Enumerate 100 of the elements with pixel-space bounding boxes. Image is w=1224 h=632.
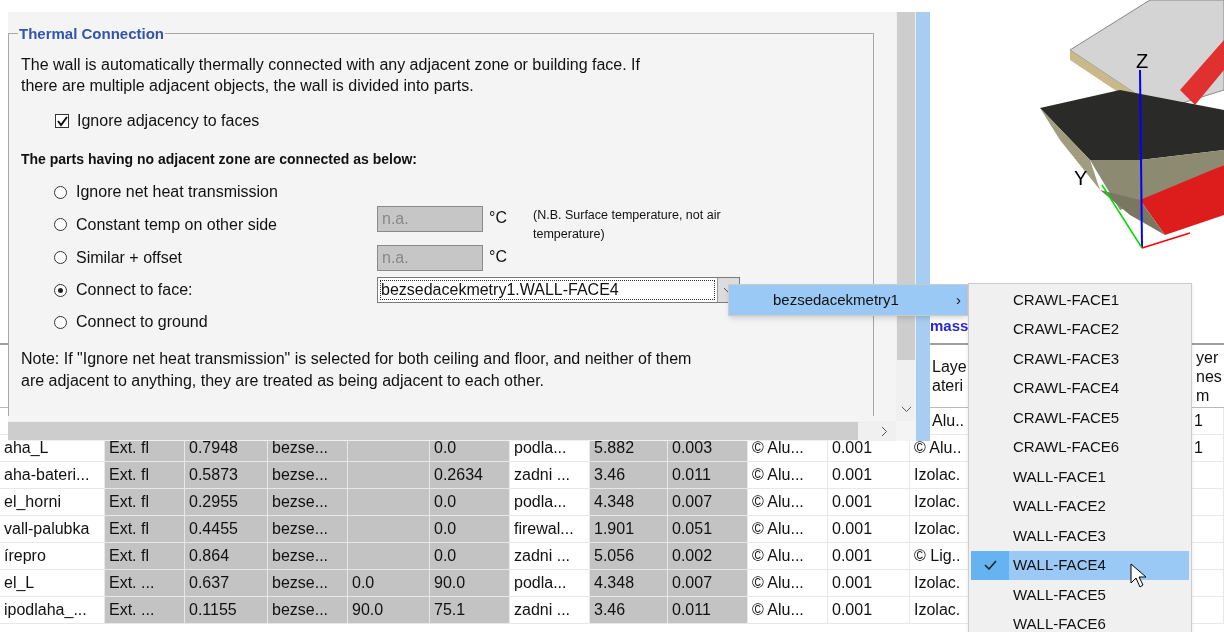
face-combobox[interactable]: bezsedacekmetry1.WALL-FACE4 xyxy=(377,277,740,303)
table-cell: 0.4455 xyxy=(185,516,268,543)
table-cell: 0.011 xyxy=(668,597,748,624)
axes-icon xyxy=(1101,69,1191,249)
radio-label: Connect to face: xyxy=(76,280,193,300)
table-cell: aha-bateri... xyxy=(0,462,105,489)
description-text: The wall is automatically thermally connected with any adjacent zone or building face. If there are multiple adjacent objects, the wall is divided into parts. xyxy=(21,55,641,96)
menu-item[interactable]: CRAWL-FACE3 xyxy=(971,344,1189,374)
table-cell: 0.001 xyxy=(828,462,910,489)
table-cell: © Alu... xyxy=(748,516,828,543)
radio-label: Constant temp on other side xyxy=(76,214,277,235)
radio-button[interactable] xyxy=(54,283,67,297)
table-cell: 3.46 xyxy=(590,462,668,489)
tab-label[interactable]: mass xyxy=(930,315,969,338)
column-header: Laye xyxy=(932,357,968,376)
radio-button[interactable] xyxy=(54,185,67,199)
note-text: Note: If "Ignore net heat transmission" is selected for both ceiling and floor, and neither of them are adjacent to anything, they are treated as being adjacent to each other. xyxy=(21,349,693,391)
table-cell: Ext. fl xyxy=(105,462,185,489)
table-cell: © Alu... xyxy=(748,597,828,624)
table-cell: bezse... xyxy=(268,489,348,516)
hint-text: (N.B. Surface temperature, not air temperature) xyxy=(533,206,722,243)
radio-label: Ignore net heat transmission xyxy=(76,182,278,202)
table-cell: 0.5873 xyxy=(185,462,268,489)
table-cell: 4.348 xyxy=(590,489,668,516)
checkmark-icon xyxy=(983,560,997,571)
menu-item[interactable]: CRAWL-FACE1 xyxy=(971,285,1189,315)
column-header: m xyxy=(1196,385,1211,405)
table-cell: ipodlaha_... xyxy=(0,597,105,624)
table-cell: 4.348 xyxy=(590,570,668,597)
table-cell: el_horni xyxy=(0,489,105,516)
table-cell: zadni ... xyxy=(510,462,590,489)
table-cell: Ext. fl xyxy=(105,489,185,516)
table-cell: 0.007 xyxy=(668,570,748,597)
table-cell: bezse... xyxy=(268,462,348,489)
mouse-cursor-icon xyxy=(1130,563,1148,589)
table-cell: írepro xyxy=(0,543,105,570)
menu-item[interactable]: WALL-FACE4 xyxy=(971,550,1189,580)
table-cell: Ext. ... xyxy=(105,570,185,597)
table-cell: el_L xyxy=(0,570,105,597)
table-cell: 0.001 xyxy=(828,543,910,570)
table-cell: © Alu... xyxy=(748,570,828,597)
table-cell: vall-palubka xyxy=(0,516,105,543)
table-cell: 0.1155 xyxy=(185,597,268,624)
radio-label: Connect to ground xyxy=(76,312,208,332)
vertical-scrollbar[interactable] xyxy=(896,12,916,421)
table-cell: zadni ... xyxy=(510,543,590,570)
menu-item[interactable]: CRAWL-FACE4 xyxy=(971,373,1189,403)
table-cell: 0.001 xyxy=(828,570,910,597)
table-cell: © Alu... xyxy=(748,543,828,570)
radio-button[interactable] xyxy=(54,315,67,329)
table-cell: 1 xyxy=(1190,408,1224,435)
table-cell: 0.011 xyxy=(668,462,748,489)
table-cell: 0.0 xyxy=(430,543,510,570)
table-cell: 90.0 xyxy=(348,597,430,624)
checkbox-label: Ignore adjacency to faces xyxy=(77,111,260,131)
table-cell: zadni ... xyxy=(510,597,590,624)
table-cell: 0.051 xyxy=(668,516,748,543)
table-cell: bezse... xyxy=(268,543,348,570)
table-cell: 3.46 xyxy=(590,597,668,624)
menu-item[interactable]: CRAWL-FACE2 xyxy=(971,314,1189,344)
table-cell: podla... xyxy=(510,570,590,597)
table-cell: 1 xyxy=(1190,435,1224,462)
table-cell: Ext. fl xyxy=(105,543,185,570)
table-cell: 0.007 xyxy=(668,489,748,516)
radio-label: Similar + offset xyxy=(76,247,182,268)
table-cell: firewal... xyxy=(510,516,590,543)
table-cell: bezse... xyxy=(268,516,348,543)
column-header: nes xyxy=(1196,366,1223,386)
unit-label: °C xyxy=(489,207,508,228)
submenu-item[interactable]: bezsedacekmetry1 › xyxy=(728,284,968,316)
table-cell: 75.1 xyxy=(430,597,510,624)
table-cell: bezse... xyxy=(268,597,348,624)
table-cell: bezse... xyxy=(268,570,348,597)
table-cell: 0.0 xyxy=(430,489,510,516)
table-cell: podla... xyxy=(510,489,590,516)
table-cell: Ext. fl xyxy=(105,516,185,543)
table-cell: 0.637 xyxy=(185,570,268,597)
column-header: yer xyxy=(1196,347,1220,367)
table-cell: 90.0 xyxy=(430,570,510,597)
table-cell: 0.0 xyxy=(348,570,430,597)
table-cell: 0.002 xyxy=(668,543,748,570)
table-cell: 0.2634 xyxy=(430,462,510,489)
table-cell: 0.864 xyxy=(185,543,268,570)
horizontal-scrollbar[interactable] xyxy=(8,421,896,441)
table-cell: 1.901 xyxy=(590,516,668,543)
section-heading: The parts having no adjacent zone are connected as below: xyxy=(21,150,418,169)
table-cell: 5.056 xyxy=(590,543,668,570)
axis-label: Y xyxy=(1074,167,1088,189)
table-cell: © Alu... xyxy=(748,462,828,489)
table-cell: Ext. ... xyxy=(105,597,185,624)
table-cell: 0.001 xyxy=(828,489,910,516)
checkbox[interactable] xyxy=(55,114,69,128)
table-cell: 0.001 xyxy=(828,516,910,543)
chevron-down-icon xyxy=(900,406,912,413)
table-cell: © Alu... xyxy=(748,489,828,516)
table-cell: 0.0 xyxy=(430,516,510,543)
axis-label: Z xyxy=(1136,50,1149,72)
chevron-right-icon xyxy=(881,425,888,437)
column-header: ateri xyxy=(932,376,965,395)
table-cell: 0.2955 xyxy=(185,489,268,516)
